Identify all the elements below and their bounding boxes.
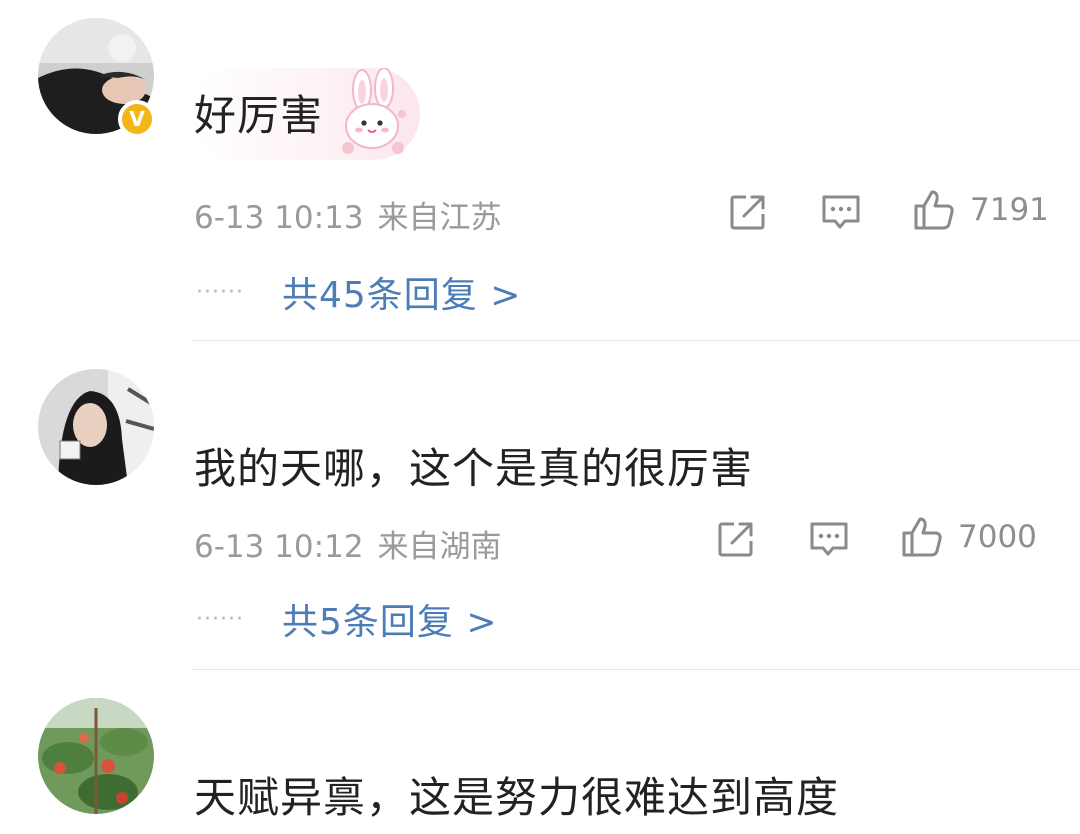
like-button[interactable]: 7000 <box>900 515 1037 559</box>
share-icon <box>730 195 765 230</box>
comment-time: 6-13 10:12 <box>194 529 364 565</box>
replies-dots: ······ <box>196 279 244 305</box>
comment-item: V 好厉害 6-13 10:13 来自江苏 7191 ······ 共45条回复… <box>0 0 1080 340</box>
comment-item: 我的天哪，这个是真的很厉害 6-13 10:12 来自湖南 7000 ······… <box>0 341 1080 669</box>
like-button[interactable]: 7191 <box>912 188 1049 232</box>
bunny-sticker-icon <box>342 68 406 154</box>
avatar[interactable] <box>38 369 154 485</box>
comment-meta: 6-13 10:13 来自江苏 <box>194 192 502 237</box>
comment-text: 好厉害 <box>194 91 324 140</box>
view-replies-link[interactable]: 共45条回复 > <box>282 266 521 318</box>
comment-location: 来自湖南 <box>377 529 502 565</box>
comment-text: 天赋异禀，这是努力很难达到高度 <box>194 773 840 822</box>
like-icon <box>902 517 942 557</box>
comment-icon <box>810 522 848 556</box>
replies-dots: ······ <box>196 606 244 632</box>
comment-time: 6-13 10:13 <box>194 200 364 236</box>
replies-row[interactable]: ······ 共5条回复 > <box>196 593 498 645</box>
like-count: 7191 <box>970 192 1049 228</box>
verified-badge-icon: V <box>118 100 156 138</box>
comment-text: 我的天哪，这个是真的很厉害 <box>194 444 754 493</box>
like-icon <box>914 190 954 230</box>
comment-meta: 6-13 10:12 来自湖南 <box>194 521 502 566</box>
comment-location: 来自江苏 <box>377 200 502 236</box>
share-icon <box>718 522 753 557</box>
comment-button[interactable] <box>820 192 862 232</box>
like-count: 7000 <box>958 519 1037 555</box>
replies-row[interactable]: ······ 共45条回复 > <box>196 266 521 318</box>
comment-item: 天赋异禀，这是努力很难达到高度 <box>0 670 1080 834</box>
comment-button[interactable] <box>808 519 850 559</box>
avatar[interactable] <box>38 698 154 814</box>
view-replies-link[interactable]: 共5条回复 > <box>282 593 498 645</box>
comment-icon <box>822 195 860 229</box>
share-button[interactable] <box>716 519 756 559</box>
share-button[interactable] <box>728 192 768 232</box>
